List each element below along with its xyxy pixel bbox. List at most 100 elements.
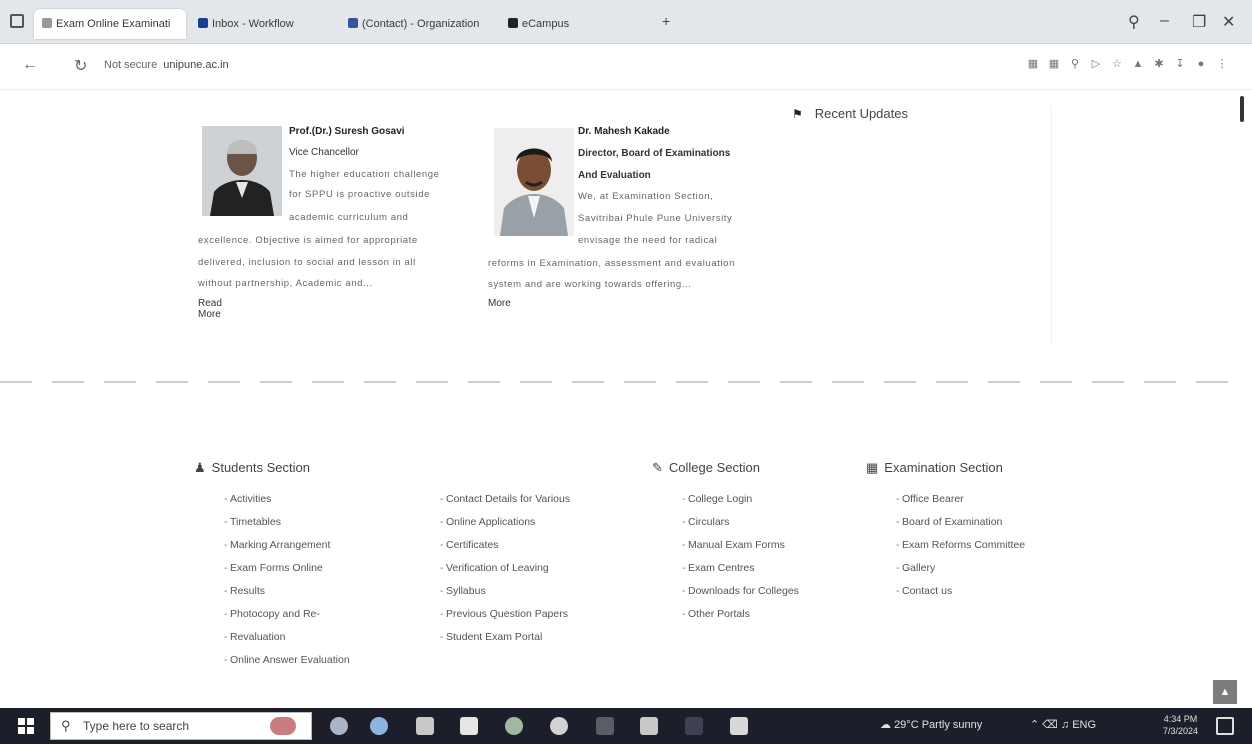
app-icon-9[interactable]: [685, 717, 703, 735]
taskbar-clock[interactable]: 4:34 PM 7/3/2024: [1163, 713, 1198, 737]
college-link[interactable]: Other Portals: [652, 603, 799, 626]
students-link[interactable]: Marking Arrangement: [194, 534, 350, 557]
app-icon-7[interactable]: [596, 717, 614, 735]
widget-icon[interactable]: [270, 717, 296, 735]
extensions-icon[interactable]: ▲: [1132, 58, 1144, 70]
tab-favicon-icon: [348, 18, 358, 28]
vc-text-line: for SPPU is proactive outside: [289, 189, 430, 200]
weather-text: 29°C Partly sunny: [894, 719, 983, 731]
tab-label: Inbox - Workflow: [212, 18, 294, 30]
students-link[interactable]: Exam Forms Online: [194, 557, 350, 580]
recent-updates-title: Recent Updates: [814, 106, 908, 121]
notification-icon[interactable]: [1216, 717, 1234, 735]
restore-icon[interactable]: ❐: [1192, 12, 1206, 32]
profile-icon[interactable]: ●: [1195, 58, 1207, 70]
translate-icon[interactable]: ▦: [1048, 58, 1060, 70]
director-role-2: And Evaluation: [578, 170, 651, 181]
students-section-heading: ♟ Students Section: [194, 460, 350, 476]
app-icon-5[interactable]: [505, 717, 523, 735]
weather-widget[interactable]: ☁ 29°C Partly sunny: [880, 718, 982, 731]
college-link[interactable]: Exam Centres: [652, 557, 799, 580]
director-name: Dr. Mahesh Kakade: [578, 126, 670, 137]
document-icon[interactable]: [730, 717, 748, 735]
url-field[interactable]: Not secure unipune.ac.in: [104, 59, 229, 71]
students-link[interactable]: Online Answer Evaluation: [194, 649, 350, 672]
college-section: ✎ College Section College Login Circulars…: [652, 460, 799, 626]
examination-link[interactable]: Exam Reforms Committee: [866, 534, 1025, 557]
not-secure-indicator[interactable]: Not secure: [104, 59, 157, 71]
store-icon[interactable]: [460, 717, 478, 735]
tab-label: eCampus: [522, 18, 570, 30]
director-text-line: We, at Examination Section,: [578, 191, 714, 202]
tab-ecampus[interactable]: eCampus: [500, 9, 620, 39]
students-link-continued[interactable]: Online Applications: [410, 511, 570, 534]
browser-window-icon[interactable]: [10, 14, 24, 28]
students-link[interactable]: Verification of Leaving: [410, 557, 570, 580]
tab-contact[interactable]: (Contact) - Organization: [340, 9, 500, 39]
students-link[interactable]: Photocopy and Re-: [194, 603, 350, 626]
download-icon[interactable]: ↧: [1174, 58, 1186, 70]
vc-read-more-link[interactable]: Read More: [198, 298, 222, 320]
system-tray[interactable]: ⌃ ⌫ ♫ ENG: [1030, 718, 1096, 731]
students-links: Activities Timetables Marking Arrangemen…: [194, 488, 350, 672]
vc-text-line: excellence. Objective is aimed for appro…: [198, 235, 418, 246]
zoom-icon[interactable]: ⚲: [1069, 58, 1081, 70]
menu-icon[interactable]: ⋮: [1216, 58, 1228, 70]
back-icon[interactable]: ←: [22, 56, 38, 74]
close-icon[interactable]: ✕: [1222, 12, 1235, 32]
students-link[interactable]: Results: [194, 580, 350, 603]
director-read-more-link[interactable]: More: [488, 298, 511, 309]
students-link[interactable]: Syllabus: [410, 580, 570, 603]
reload-icon[interactable]: ↻: [74, 56, 87, 76]
college-section-title: College Section: [668, 460, 760, 475]
college-link[interactable]: Manual Exam Forms: [652, 534, 799, 557]
examination-link[interactable]: Office Bearer: [866, 488, 1025, 511]
windows-taskbar: ⚲ Type here to search ☁ 29°C Partly sunny…: [0, 708, 1252, 744]
clock-time: 4:34 PM: [1163, 714, 1198, 724]
minimize-icon[interactable]: –: [1160, 12, 1169, 30]
read-aloud-icon[interactable]: ▷: [1090, 58, 1102, 70]
students-link[interactable]: Previous Question Papers: [410, 603, 570, 626]
vc-text-line: delivered, inclusion to social and lesso…: [198, 257, 416, 268]
college-link[interactable]: College Login: [652, 488, 799, 511]
students-link-continued[interactable]: Revaluation: [194, 626, 350, 649]
examination-link[interactable]: Contact us: [866, 580, 1025, 603]
windows-start-icon[interactable]: [18, 718, 34, 734]
students-link[interactable]: Contact Details for Various: [410, 488, 570, 511]
calculator-icon[interactable]: [640, 717, 658, 735]
students-link[interactable]: Certificates: [410, 534, 570, 557]
file-explorer-icon[interactable]: [416, 717, 434, 735]
students-link[interactable]: Activities: [194, 488, 350, 511]
students-section-title: Students Section: [211, 460, 310, 475]
grid-icon[interactable]: ▦: [1027, 58, 1039, 70]
search-tabs-icon[interactable]: ⚲: [1128, 12, 1140, 32]
tab-exam-online[interactable]: Exam Online Examinati: [34, 9, 186, 39]
college-link[interactable]: Downloads for Colleges: [652, 580, 799, 603]
favorites-icon[interactable]: ✱: [1153, 58, 1165, 70]
star-icon[interactable]: ☆: [1111, 58, 1123, 70]
recent-updates-panel: ⚑ Recent Updates: [792, 106, 1052, 346]
scrollbar-thumb[interactable]: [1240, 96, 1244, 122]
new-tab-button[interactable]: +: [662, 13, 670, 29]
tab-inbox[interactable]: Inbox - Workflow: [190, 9, 330, 39]
edge-icon[interactable]: [370, 717, 388, 735]
section-divider: [0, 381, 1230, 383]
clock-date: 7/3/2024: [1162, 726, 1198, 736]
vc-photo: [202, 126, 282, 216]
college-links: College Login Circulars Manual Exam Form…: [652, 488, 799, 626]
tab-label: Exam Online Examinati: [56, 18, 171, 30]
students-col2-heading: [410, 460, 570, 476]
task-view-icon[interactable]: [330, 717, 348, 735]
examination-link[interactable]: Gallery: [866, 557, 1025, 580]
chrome-icon[interactable]: [550, 717, 568, 735]
search-placeholder: Type here to search: [83, 719, 190, 733]
director-text-line: Savitribai Phule Pune University: [578, 213, 733, 224]
examination-link[interactable]: Board of Examination: [866, 511, 1025, 534]
director-text-line: system and are working towards offering.…: [488, 279, 692, 290]
students-link[interactable]: Timetables: [194, 511, 350, 534]
students-link[interactable]: Student Exam Portal: [410, 626, 570, 649]
browser-tab-bar: Exam Online Examinati Inbox - Workflow (…: [0, 0, 1252, 44]
scroll-to-top-button[interactable]: ▲: [1213, 680, 1237, 704]
college-link[interactable]: Circulars: [652, 511, 799, 534]
vc-role: Vice Chancellor: [289, 147, 359, 158]
